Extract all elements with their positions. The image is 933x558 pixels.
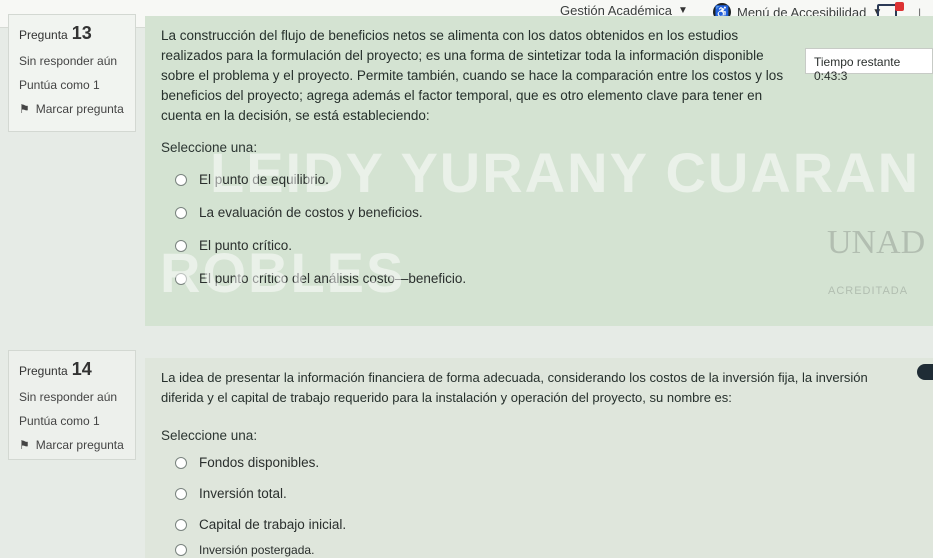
time-remaining-value: 0:43:3 [814,69,848,83]
answer-option-label: Fondos disponibles. [199,455,320,470]
answer-option-label: El punto crítico del análisis costo—bene… [199,271,467,286]
question-number-value: 13 [71,23,92,43]
answer-option[interactable]: Fondos disponibles. [175,447,921,478]
answer-option-label: La evaluación de costos y beneficios. [199,205,423,220]
question-text: La construcción del flujo de beneficios … [161,28,784,123]
flag-question-label: Marcar pregunta [35,438,124,452]
unad-logo: UNAD [827,224,926,261]
answer-option[interactable]: El punto crítico del análisis costo—bene… [175,262,921,295]
radio-button[interactable] [175,173,187,186]
question-number-label: Pregunta [19,28,68,42]
radio-button[interactable] [175,206,187,219]
flag-icon: ⚑ [19,102,30,116]
answer-option[interactable]: Inversión total. [175,478,921,509]
question-info-14: Pregunta 14 Sin responder aún Puntúa como… [8,350,136,460]
radio-button[interactable] [175,487,187,500]
flag-question-label: Marcar pregunta [35,102,124,116]
select-prompt: Seleccione una: [161,140,258,155]
radio-button[interactable] [175,518,187,531]
question-info-13: Pregunta 13 Sin responder aún Puntúa como… [8,14,136,132]
answer-option-label: Capital de trabajo inicial. [199,517,347,532]
answer-option-label: El punto crítico. [199,238,293,253]
answer-option[interactable]: Inversión postergada. [175,540,921,558]
radio-button[interactable] [175,544,187,556]
question-number: Pregunta 14 [19,359,125,380]
answer-option[interactable]: Capital de trabajo inicial. [175,509,921,540]
accreditation-label: ACREDITADA [828,285,909,297]
question-number: Pregunta 13 [19,23,125,44]
answer-option[interactable]: El punto de equilibrio. [175,163,921,196]
radio-button[interactable] [175,272,187,285]
question-text: La idea de presentar la información fina… [161,370,868,405]
radio-button[interactable] [175,239,187,252]
select-prompt: Seleccione una: [161,428,258,443]
time-remaining: Tiempo restante 0:43:3 [805,48,933,83]
answer-option-label: El punto de equilibrio. [199,172,329,187]
chevron-down-icon: ▼ [678,5,688,16]
question-points: Puntúa como 1 [19,78,100,92]
question-status: Sin responder aún [19,390,118,404]
notification-badge [895,2,904,11]
answer-option[interactable]: El punto crítico. [175,229,921,262]
answer-option-label: Inversión total. [199,486,287,501]
radio-button[interactable] [175,456,187,469]
flag-question-link[interactable]: ⚑ Marcar pregunta [19,438,125,452]
answer-option-label: Inversión postergada. [199,543,315,557]
answer-option[interactable]: La evaluación de costos y beneficios. [175,196,921,229]
question-status: Sin responder aún [19,54,118,68]
flag-question-link[interactable]: ⚑ Marcar pregunta [19,102,125,116]
question-number-value: 14 [71,359,92,379]
question-points: Puntúa como 1 [19,414,100,428]
scroll-indicator[interactable] [917,364,933,380]
time-remaining-label: Tiempo restante [814,55,901,69]
question-number-label: Pregunta [19,364,68,378]
flag-icon: ⚑ [19,438,30,452]
question-card-14: La idea de presentar la información fina… [145,358,933,558]
